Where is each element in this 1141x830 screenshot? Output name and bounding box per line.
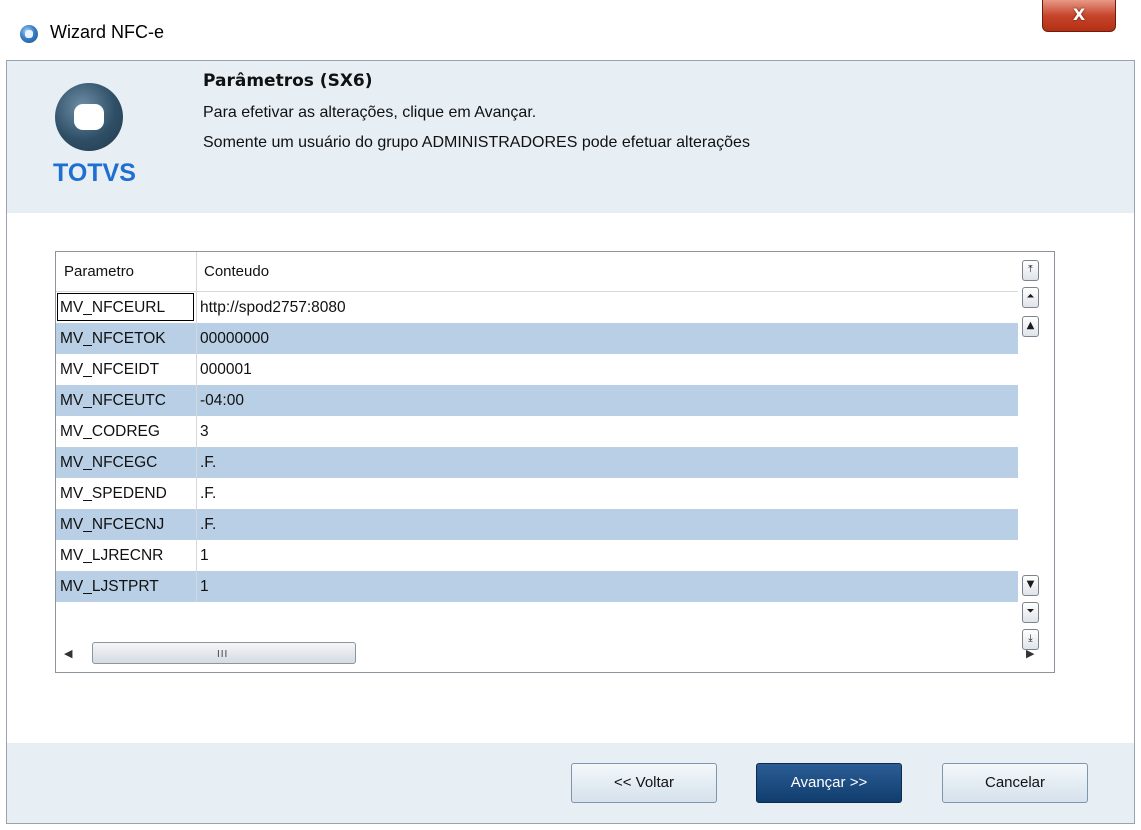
param-value-cell[interactable]: .F. [200,454,216,472]
table-row[interactable]: MV_NFCETOK 00000000 [56,323,1018,354]
cell-divider [196,540,197,571]
horizontal-scroll-thumb[interactable]: III [92,642,356,664]
param-value-cell[interactable]: .F. [200,516,216,534]
table-row[interactable]: MV_SPEDEND .F. [56,478,1018,509]
cell-divider [196,571,197,602]
column-divider [196,252,197,291]
param-value-cell[interactable]: http://spod2757:8080 [200,299,346,317]
column-header-conteudo[interactable]: Conteudo [204,263,269,280]
scroll-down-icon[interactable]: ▼ [1022,575,1039,596]
param-name-cell[interactable]: MV_LJRECNR [60,547,163,565]
param-name-cell[interactable]: MV_NFCEGC [60,454,157,472]
cell-divider [196,323,197,354]
scroll-grip: III [217,649,229,660]
table-row[interactable]: MV_NFCEIDT 000001 [56,354,1018,385]
table-row[interactable]: MV_NFCECNJ .F. [56,509,1018,540]
grid-body: Parametro Conteudo MV_NFCEURL http://spo… [56,252,1018,635]
title-bar: Wizard NFC-e X [0,0,1141,60]
page-title: Parâmetros (SX6) [203,71,373,91]
param-name-cell[interactable]: MV_NFCEURL [60,299,165,317]
param-name-cell[interactable]: MV_NFCEUTC [60,392,166,410]
cell-divider [196,447,197,478]
scroll-left-icon[interactable]: ◀ [64,647,72,660]
wizard-window: Wizard NFC-e X TOTVS Parâmetros (SX6) Pa… [0,0,1141,830]
param-value-cell[interactable]: 1 [200,578,209,596]
cancel-button[interactable]: Cancelar [942,763,1088,803]
window-title: Wizard NFC-e [50,22,165,42]
param-name-cell[interactable]: MV_NFCEIDT [60,361,159,379]
param-value-cell[interactable]: 00000000 [200,330,269,348]
table-row[interactable]: MV_NFCEURL http://spod2757:8080 [56,292,1018,323]
close-icon: X [1072,5,1086,24]
scroll-right-icon[interactable]: ▶ [1026,647,1034,660]
next-button[interactable]: Avançar >> [756,763,902,803]
back-button[interactable]: << Voltar [571,763,717,803]
cell-divider [196,416,197,447]
cell-divider [196,478,197,509]
wizard-client-area: TOTVS Parâmetros (SX6) Para efetivar as … [6,60,1135,824]
table-row[interactable]: MV_CODREG 3 [56,416,1018,447]
grid-header-row: Parametro Conteudo [56,252,1018,292]
param-value-cell[interactable]: .F. [200,485,216,503]
param-name-cell[interactable]: MV_NFCECNJ [60,516,164,534]
app-icon [20,25,38,43]
cell-divider [196,292,197,323]
param-name-cell[interactable]: MV_CODREG [60,423,160,441]
table-row[interactable]: MV_NFCEGC .F. [56,447,1018,478]
page-up-icon[interactable]: ⏶ [1022,287,1039,308]
table-row[interactable]: MV_NFCEUTC -04:00 [56,385,1018,416]
param-name-cell[interactable]: MV_SPEDEND [60,485,167,503]
page-down-icon[interactable]: ⏷ [1022,602,1039,623]
cell-divider [196,509,197,540]
cell-divider [196,354,197,385]
parameters-grid[interactable]: Parametro Conteudo MV_NFCEURL http://spo… [55,251,1055,673]
scroll-up-icon[interactable]: ▲ [1022,316,1039,337]
cell-divider [196,385,197,416]
param-name-cell[interactable]: MV_NFCETOK [60,330,166,348]
totvs-logo-text: TOTVS [53,159,136,187]
param-value-cell[interactable]: 000001 [200,361,252,379]
wizard-footer: << Voltar Avançar >> Cancelar [7,743,1134,823]
param-value-cell[interactable]: -04:00 [200,392,244,410]
totvs-logo-icon [55,83,123,151]
instruction-line-2: Somente um usuário do grupo ADMINISTRADO… [203,134,750,151]
param-value-cell[interactable]: 3 [200,423,209,441]
param-value-cell[interactable]: 1 [200,547,209,565]
wizard-header: TOTVS Parâmetros (SX6) Para efetivar as … [7,61,1134,213]
horizontal-scrollbar[interactable]: ◀ III [56,636,1018,672]
table-row[interactable]: MV_LJSTPRT 1 [56,571,1018,602]
instruction-line-1: Para efetivar as alterações, clique em A… [203,104,537,121]
column-header-parametro[interactable]: Parametro [64,263,134,280]
close-button[interactable]: X [1042,0,1116,32]
param-name-cell[interactable]: MV_LJSTPRT [60,578,159,596]
scroll-top-icon[interactable]: ⤒ [1022,260,1039,281]
table-row[interactable]: MV_LJRECNR 1 [56,540,1018,571]
